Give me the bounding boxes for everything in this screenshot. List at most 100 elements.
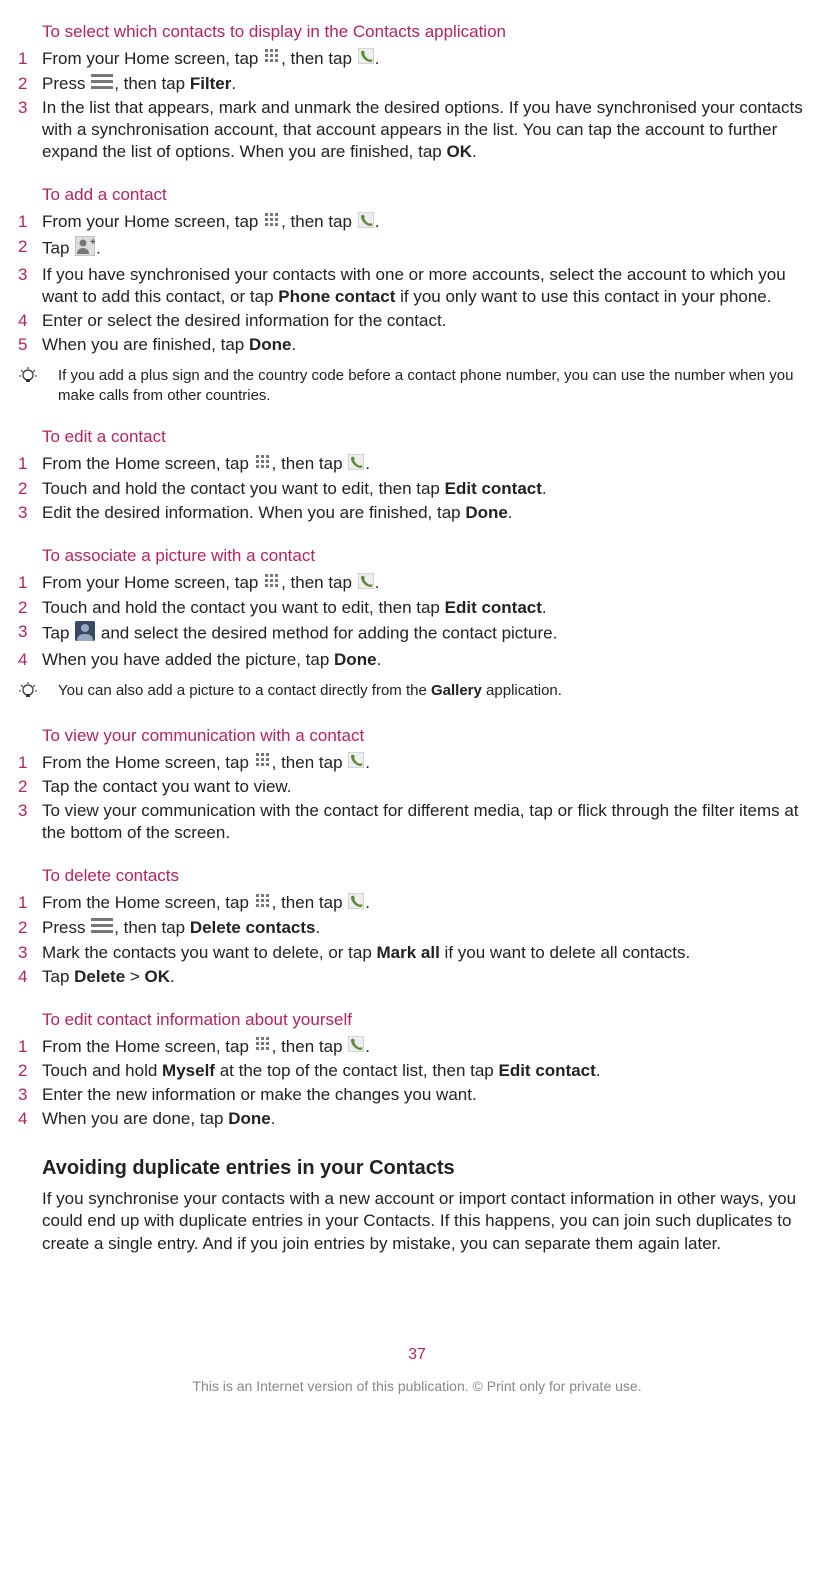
- grid-icon: [255, 752, 271, 774]
- step-row: 4Tap Delete > OK.: [18, 966, 816, 988]
- grid-icon: [264, 573, 280, 595]
- step-text: If you have synchronised your contacts w…: [42, 264, 816, 308]
- step-text: From the Home screen, tap , then tap .: [42, 752, 816, 775]
- step-number: 2: [18, 917, 42, 939]
- step-text: When you are done, tap Done.: [42, 1108, 816, 1130]
- step-number: 1: [18, 892, 42, 914]
- step-text: Touch and hold Myself at the top of the …: [42, 1060, 816, 1082]
- section-heading: To edit a contact: [42, 427, 816, 447]
- step-row: 3Enter the new information or make the c…: [18, 1084, 816, 1106]
- grid-icon: [255, 454, 271, 476]
- bold-text: Filter: [190, 74, 232, 93]
- tip-icon: [19, 367, 37, 389]
- step-number: 1: [18, 572, 42, 594]
- step-text: Tap Delete > OK.: [42, 966, 816, 988]
- step-text: Edit the desired information. When you a…: [42, 502, 816, 524]
- step-text: Enter the new information or make the ch…: [42, 1084, 816, 1106]
- step-row: 3Mark the contacts you want to delete, o…: [18, 942, 816, 964]
- step-row: 1From the Home screen, tap , then tap .: [18, 1036, 816, 1059]
- bold-text: Done: [228, 1109, 271, 1128]
- step-number: 4: [18, 649, 42, 671]
- step-number: 3: [18, 942, 42, 964]
- step-text: From the Home screen, tap , then tap .: [42, 1036, 816, 1059]
- tip-icon-column: [18, 366, 58, 389]
- bold-text: Edit contact: [445, 598, 542, 617]
- bold-text: Phone contact: [278, 287, 395, 306]
- step-text: From your Home screen, tap , then tap .: [42, 211, 816, 234]
- document-page: To select which contacts to display in t…: [0, 22, 834, 1424]
- add-contact-icon: [75, 236, 95, 262]
- step-text: Press , then tap Delete contacts.: [42, 917, 816, 940]
- step-row: 2Touch and hold the contact you want to …: [18, 478, 816, 500]
- step-row: 5When you are finished, tap Done.: [18, 334, 816, 356]
- bold-text: Delete: [74, 967, 125, 986]
- phone-icon: [358, 212, 374, 234]
- step-number: 2: [18, 478, 42, 500]
- grid-icon: [264, 48, 280, 70]
- grid-icon: [255, 1036, 271, 1058]
- step-row: 1From the Home screen, tap , then tap .: [18, 752, 816, 775]
- page-number: 37: [18, 1346, 816, 1364]
- step-number: 3: [18, 1084, 42, 1106]
- section-heading: To delete contacts: [42, 866, 816, 886]
- step-number: 1: [18, 1036, 42, 1058]
- silhouette-icon: [75, 621, 95, 647]
- bold-text: Done: [249, 335, 292, 354]
- section-heading: To associate a picture with a contact: [42, 546, 816, 566]
- section-heading: To view your communication with a contac…: [42, 726, 816, 746]
- step-row: 2Touch and hold Myself at the top of the…: [18, 1060, 816, 1082]
- step-number: 1: [18, 752, 42, 774]
- bold-text: OK: [446, 142, 472, 161]
- phone-icon: [348, 752, 364, 774]
- step-row: 4When you have added the picture, tap Do…: [18, 649, 816, 671]
- step-row: 1From the Home screen, tap , then tap .: [18, 892, 816, 915]
- step-text: In the list that appears, mark and unmar…: [42, 97, 816, 163]
- step-number: 1: [18, 48, 42, 70]
- step-text: Press , then tap Filter.: [42, 73, 816, 96]
- step-row: 2Press , then tap Filter.: [18, 73, 816, 96]
- tip-text: If you add a plus sign and the country c…: [58, 366, 816, 405]
- step-number: 3: [18, 800, 42, 822]
- step-text: Touch and hold the contact you want to e…: [42, 478, 816, 500]
- step-row: 1From your Home screen, tap , then tap .: [18, 572, 816, 595]
- section-heading: To add a contact: [42, 185, 816, 205]
- body-paragraph: If you synchronise your contacts with a …: [42, 1188, 816, 1257]
- step-text: From the Home screen, tap , then tap .: [42, 892, 816, 915]
- step-row: 3Tap and select the desired method for a…: [18, 621, 816, 647]
- step-row: 1From your Home screen, tap , then tap .: [18, 48, 816, 71]
- phone-icon: [358, 48, 374, 70]
- step-number: 3: [18, 621, 42, 643]
- section-heading: To select which contacts to display in t…: [42, 22, 816, 42]
- step-text: Touch and hold the contact you want to e…: [42, 597, 816, 619]
- step-text: Tap and select the desired method for ad…: [42, 621, 816, 647]
- bold-text: Edit contact: [498, 1061, 595, 1080]
- step-number: 3: [18, 97, 42, 119]
- tip-icon-column: [18, 681, 58, 704]
- step-number: 5: [18, 334, 42, 356]
- step-row: 4Enter or select the desired information…: [18, 310, 816, 332]
- step-row: 3If you have synchronised your contacts …: [18, 264, 816, 308]
- step-number: 1: [18, 211, 42, 233]
- phone-icon: [348, 1036, 364, 1058]
- bold-text: Gallery: [431, 682, 482, 699]
- step-number: 2: [18, 236, 42, 258]
- step-text: When you are finished, tap Done.: [42, 334, 816, 356]
- step-row: 3In the list that appears, mark and unma…: [18, 97, 816, 163]
- step-text: Tap the contact you want to view.: [42, 776, 816, 798]
- grid-icon: [255, 893, 271, 915]
- step-number: 1: [18, 453, 42, 475]
- phone-icon: [348, 454, 364, 476]
- grid-icon: [264, 212, 280, 234]
- step-number: 4: [18, 310, 42, 332]
- step-row: 2Tap .: [18, 236, 816, 262]
- step-text: From your Home screen, tap , then tap .: [42, 48, 816, 71]
- step-text: From the Home screen, tap , then tap .: [42, 453, 816, 476]
- step-row: 3To view your communication with the con…: [18, 800, 816, 844]
- step-number: 4: [18, 966, 42, 988]
- step-number: 2: [18, 597, 42, 619]
- step-text: To view your communication with the cont…: [42, 800, 816, 844]
- step-number: 2: [18, 776, 42, 798]
- step-row: 4When you are done, tap Done.: [18, 1108, 816, 1130]
- bold-text: Myself: [162, 1061, 215, 1080]
- step-row: 2Press , then tap Delete contacts.: [18, 917, 816, 940]
